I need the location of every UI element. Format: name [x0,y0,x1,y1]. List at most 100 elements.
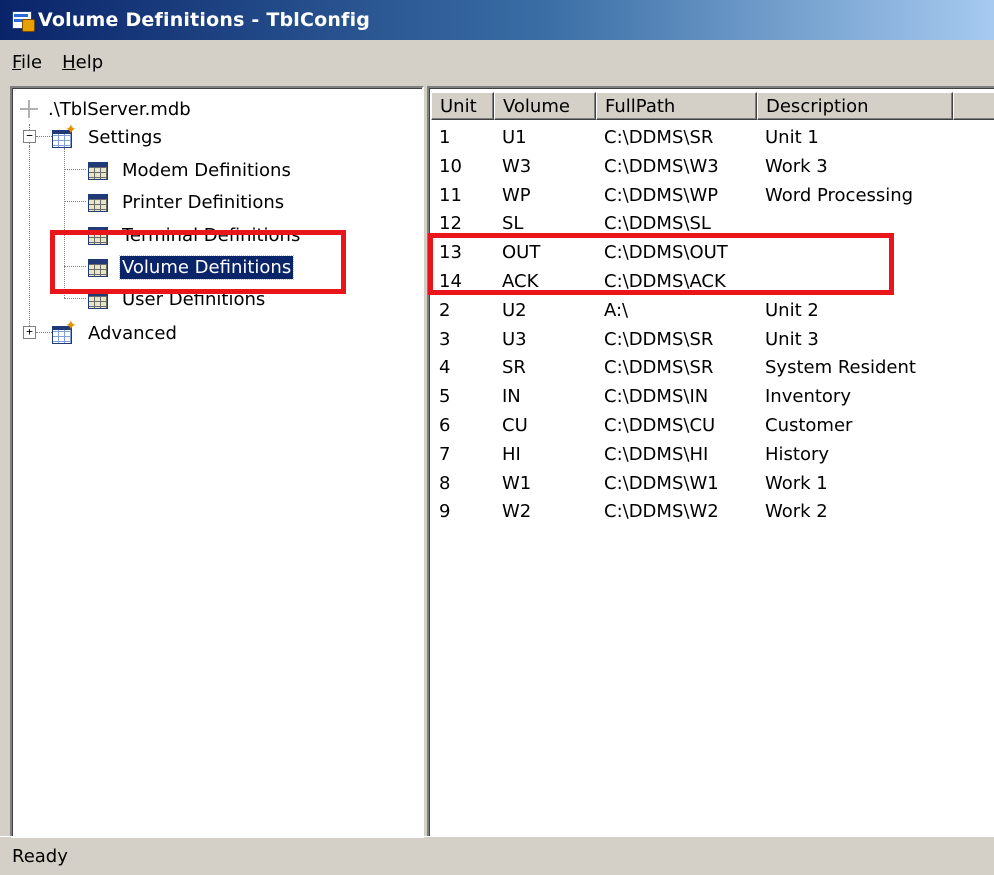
table-row[interactable]: 6 CU C:\DDMS\CU Customer [431,412,953,441]
cell-description: Unit 2 [765,299,819,321]
list-rows: 1 U1 C:\DDMS\SR Unit 1 10 W3 C:\DDMS\W3 Work 31… [431,124,953,527]
tree-item-volume[interactable]: Volume Definitions [88,254,295,280]
menu-bar: File Help [0,40,994,84]
tree-item-label: Modem Definitions [122,159,291,181]
cell-unit: 6 [439,414,451,436]
table-row[interactable]: 11 WP C:\DDMS\WP Word Processing [431,182,953,211]
list-header: Unit Volume FullPath Description [431,92,994,122]
cell-description: Customer [765,414,853,436]
cell-volume: OUT [502,242,541,264]
tree-item-modem[interactable]: Modem Definitions [88,157,293,183]
table-row[interactable]: 1 U1 C:\DDMS\SR Unit 1 [431,124,953,153]
tree-item-printer[interactable]: Printer Definitions [88,189,286,215]
menu-help[interactable]: Help [52,52,113,73]
tree-item-label: User Definitions [122,288,266,310]
cell-unit: 1 [439,127,451,148]
tree-view[interactable]: .\TblServer.mdb − ✦ Settings Modem Defin… [10,86,424,838]
cell-description: Work 1 [765,472,828,494]
volume-list[interactable]: Unit Volume FullPath Description 1 U1 C:\D… [427,86,994,836]
title-bar[interactable]: Volume Definitions - TblConfig [0,0,994,40]
menu-file[interactable]: File [0,52,52,73]
cell-unit: 9 [439,501,451,523]
cell-unit: 7 [439,443,451,465]
cell-description [757,239,953,268]
cell-volume: CU [502,414,528,436]
cell-fullpath: C:\DDMS\W2 [604,501,719,523]
cell-fullpath: C:\DDMS\W1 [604,472,719,494]
cell-fullpath: C:\DDMS\CU [604,414,716,436]
tree-item-label: Advanced [88,322,177,344]
table-row[interactable]: 9 W2 C:\DDMS\W2 Work 2 [431,498,953,527]
table-row[interactable]: 5 IN C:\DDMS\IN Inventory [431,383,953,412]
window-title: Volume Definitions - TblConfig [38,9,371,31]
table-row[interactable]: 10 W3 C:\DDMS\W3 Work 3 [431,153,953,182]
cell-volume: U2 [502,299,527,321]
status-text: Ready [12,845,68,867]
cell-unit: 13 [439,242,462,264]
cell-unit: 12 [439,213,462,235]
table-row[interactable]: 4 SR C:\DDMS\SR System Resident [431,354,953,383]
cell-description: Work 3 [765,155,828,177]
cell-unit: 5 [439,386,451,408]
column-header-unit[interactable]: Unit [431,92,494,120]
cell-volume: U1 [502,127,527,148]
cell-volume: SL [502,213,524,235]
table-row[interactable]: 14 ACK C:\DDMS\ACK [431,268,953,297]
cell-volume: W2 [502,501,532,523]
cell-unit: 8 [439,472,451,494]
menu-file-rest: ile [21,51,43,73]
table-icon [88,258,108,277]
menu-help-mnemonic: H [62,51,76,73]
cell-volume: HI [502,443,521,465]
table-icon [88,226,108,245]
cell-unit: 2 [439,299,451,321]
cell-description: History [765,443,830,465]
table-row[interactable]: 8 W1 C:\DDMS\W1 Work 1 [431,470,953,499]
tree-root[interactable]: .\TblServer.mdb [20,96,193,122]
collapse-icon[interactable]: − [23,130,36,143]
cell-description: Work 2 [765,501,828,523]
cell-fullpath: C:\DDMS\W3 [604,155,719,177]
table-group-icon: ✦ [52,319,78,344]
table-icon [88,161,108,180]
cell-volume: W1 [502,472,532,494]
cell-unit: 14 [439,270,462,292]
cell-unit: 4 [439,357,451,379]
database-icon [20,100,38,118]
tree-item-label: Printer Definitions [122,191,285,213]
app-icon [12,9,35,32]
table-row[interactable]: 12 SL C:\DDMS\SL [431,210,953,239]
cell-fullpath: C:\DDMS\SR [604,127,714,148]
cell-description: Unit 1 [765,127,819,148]
tree-item-label: Settings [88,126,162,148]
cell-fullpath: C:\DDMS\HI [604,443,709,465]
table-icon [88,290,108,309]
cell-unit: 11 [439,184,462,206]
cell-unit: 10 [439,155,462,177]
column-header-description[interactable]: Description [757,92,953,120]
tree-item-settings[interactable]: ✦ Settings [52,123,164,150]
status-bar: Ready [0,836,994,875]
table-icon [88,193,108,212]
cell-description: Word Processing [765,184,914,206]
table-row[interactable]: 3 U3 C:\DDMS\SR Unit 3 [431,326,953,355]
column-header-filler [953,92,994,120]
tree-item-label-selected: Volume Definitions [118,254,295,280]
table-row[interactable]: 2 U2 A:\ Unit 2 [431,297,953,326]
tree-item-terminal[interactable]: Terminal Definitions [88,222,302,248]
column-header-volume[interactable]: Volume [494,92,596,120]
tree-item-user[interactable]: User Definitions [88,286,267,312]
cell-description: Inventory [765,386,851,408]
cell-fullpath: A:\ [604,299,629,321]
table-row[interactable]: 13 OUT C:\DDMS\OUT [431,239,953,268]
cell-description: Unit 3 [765,328,819,350]
cell-fullpath: C:\DDMS\SR [604,328,714,350]
tree-item-advanced[interactable]: ✦ Advanced [52,319,179,346]
menu-help-rest: elp [75,51,104,73]
cell-volume: W3 [502,155,532,177]
table-row[interactable]: 7 HI C:\DDMS\HI History [431,441,953,470]
cell-volume: U3 [502,328,527,350]
column-header-fullpath[interactable]: FullPath [596,92,757,120]
tree-item-label: Terminal Definitions [122,224,301,246]
expand-icon[interactable]: + [23,326,36,339]
